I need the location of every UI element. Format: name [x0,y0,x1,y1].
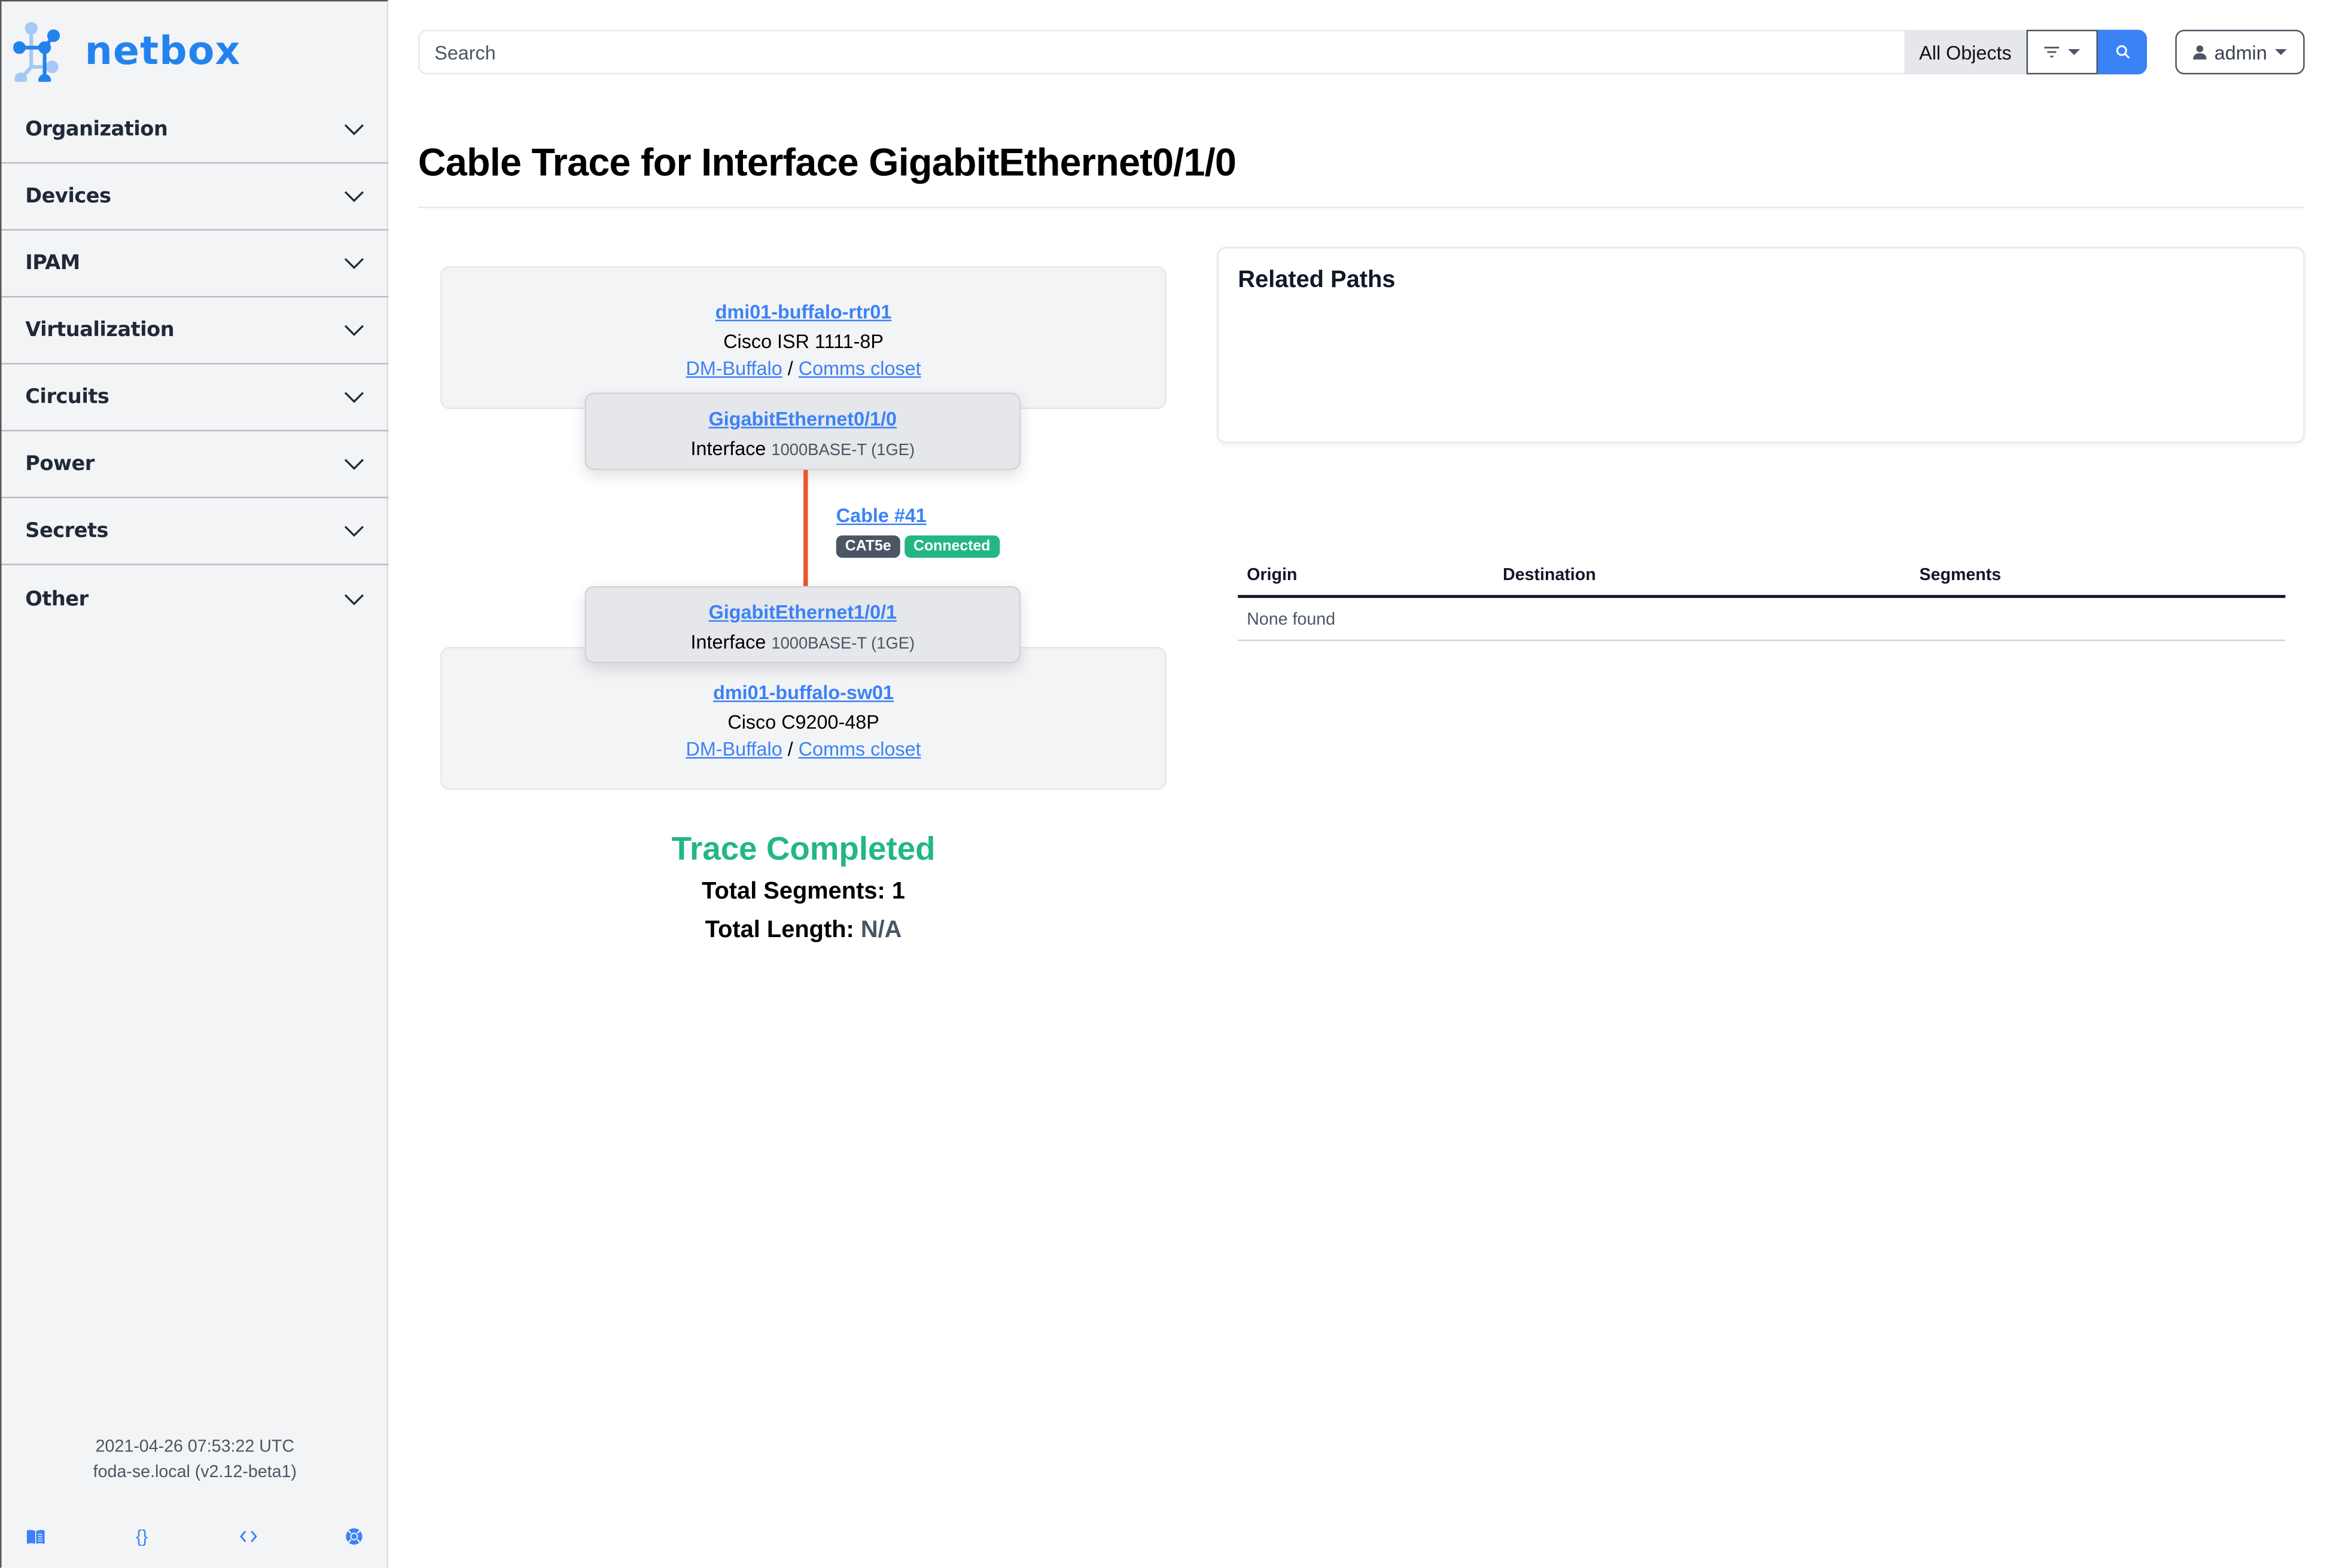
brand-name: netbox [84,29,241,75]
total-length: Total Length: N/A [440,918,1166,945]
chevron-down-icon [344,124,364,136]
sidebar-item-label: Virtualization [25,318,175,343]
sidebar-item-label: Other [25,587,89,611]
total-length-label: Total Length: [705,917,854,943]
destination-device-type: Cisco C9200-48P [727,710,879,734]
interface-kind: Interface [690,437,766,460]
destination-device-link[interactable]: dmi01-buffalo-sw01 [713,681,894,703]
origin-site-link[interactable]: DM-Buffalo [686,357,782,379]
title-divider [418,206,2305,209]
server-host-version: foda-se.local (v2.12-beta1) [93,1463,297,1482]
table-row-empty: None found [1238,596,2286,641]
sidebar-item-label: Circuits [25,385,109,409]
empty-message: None found [1238,596,2286,641]
chevron-down-icon [344,258,364,269]
chevron-down-icon [344,459,364,470]
global-search-form: All Objects [418,29,2148,75]
total-segments-label: Total Segments: [702,878,885,905]
sidebar-item-power[interactable]: Power [1,431,389,499]
trace-status: Trace Completed [671,829,936,868]
search-button[interactable] [2097,29,2148,75]
sidebar-item-circuits[interactable]: Circuits [1,364,389,432]
braces-icon[interactable]: {} [132,1526,153,1547]
search-icon [2115,45,2129,59]
chevron-down-icon [344,325,364,336]
related-paths-card: Related Paths Origin Destination Segment… [1217,246,2305,641]
destination-interface-link[interactable]: GigabitEthernet1/0/1 [586,601,1019,623]
column-header-origin[interactable]: Origin [1238,560,1494,598]
user-icon [2193,45,2207,60]
netbox-logo-icon [13,22,60,82]
sidebar-item-virtualization[interactable]: Virtualization [1,297,389,365]
origin-device-type: Cisco ISR 1111-8P [723,330,884,353]
origin-device-link[interactable]: dmi01-buffalo-rtr01 [715,300,892,322]
related-paths-title: Related Paths [1238,267,1396,293]
sidebar-item-secrets[interactable]: Secrets [1,498,389,566]
chevron-down-icon [344,191,364,203]
destination-interface-description: Interface 1000BASE-T (1GE) [586,631,1019,653]
cable-info: Cable #41 CAT5e Connected [836,503,1000,558]
origin-device-card: dmi01-buffalo-rtr01 Cisco ISR 1111-8P DM… [440,266,1166,409]
sidebar-item-label: Secrets [25,519,109,543]
server-timestamp: 2021-04-26 07:53:22 UTC [95,1438,294,1456]
filter-icon [2044,47,2060,57]
sidebar-item-other[interactable]: Other [1,565,388,632]
total-length-value: N/A [860,917,902,943]
cable-status-badge: Connected [904,535,1000,558]
origin-location-link[interactable]: Comms closet [799,357,921,379]
sidebar-item-devices[interactable]: Devices [1,164,389,231]
destination-device-card: dmi01-buffalo-sw01 Cisco C9200-48P DM-Bu… [440,646,1166,790]
origin-device-location: DM-Buffalo / Comms closet [442,357,1165,379]
caret-down-icon [2068,49,2081,56]
cable-type-badge: CAT5e [836,535,900,558]
destination-site-link[interactable]: DM-Buffalo [686,738,782,760]
column-header-destination[interactable]: Destination [1494,560,1911,598]
search-filter-dropdown[interactable] [2026,29,2098,75]
destination-device-location: DM-Buffalo / Comms closet [442,738,1165,760]
code-icon[interactable] [237,1526,258,1547]
sidebar-item-organization[interactable]: Organization [1,97,389,164]
sidebar-nav: Organization Devices IPAM Virtualization… [1,97,389,632]
chevron-down-icon [344,593,364,605]
sidebar-item-ipam[interactable]: IPAM [1,231,389,298]
page-title: Cable Trace for Interface GigabitEtherne… [418,139,1236,185]
origin-interface-link[interactable]: GigabitEthernet0/1/0 [586,407,1019,429]
interface-kind: Interface [690,630,766,653]
search-input[interactable] [418,29,1905,75]
interface-type: 1000BASE-T (1GE) [771,635,915,653]
cable-line [803,469,808,586]
interface-type: 1000BASE-T (1GE) [771,441,915,460]
sidebar-footer-links: {} [1,1526,388,1547]
total-segments: Total Segments: 1 [440,879,1166,906]
origin-interface-card: GigabitEthernet0/1/0 Interface 1000BASE-… [584,392,1021,470]
search-scope-label[interactable]: All Objects [1904,29,2027,75]
sidebar-item-label: Devices [25,184,111,209]
location-separator: / [787,356,793,380]
destination-location-link[interactable]: Comms closet [799,738,921,760]
brand-logo[interactable]: netbox [13,22,241,82]
sidebar-footer: 2021-04-26 07:53:22 UTC foda-se.local (v… [1,1435,388,1486]
location-separator: / [787,737,793,760]
user-menu-button[interactable]: admin [2175,29,2305,75]
sidebar: netbox Organization Devices IPAM Virtual… [0,0,389,1568]
chevron-down-icon [344,392,364,403]
total-segments-value: 1 [891,878,905,905]
user-name: admin [2214,41,2267,63]
sidebar-item-label: IPAM [25,251,80,276]
sidebar-item-label: Power [25,452,95,476]
chevron-down-icon [344,526,364,537]
origin-interface-description: Interface 1000BASE-T (1GE) [586,437,1019,459]
destination-interface-card: GigabitEthernet1/0/1 Interface 1000BASE-… [584,585,1021,664]
lifebuoy-icon[interactable] [344,1526,365,1547]
column-header-segments[interactable]: Segments [1910,560,2286,598]
caret-down-icon [2274,49,2287,56]
sidebar-item-label: Organization [25,117,168,142]
book-icon[interactable] [25,1526,46,1547]
cable-link[interactable]: Cable #41 [836,504,927,526]
related-paths-table: Origin Destination Segments None found [1238,560,2286,641]
